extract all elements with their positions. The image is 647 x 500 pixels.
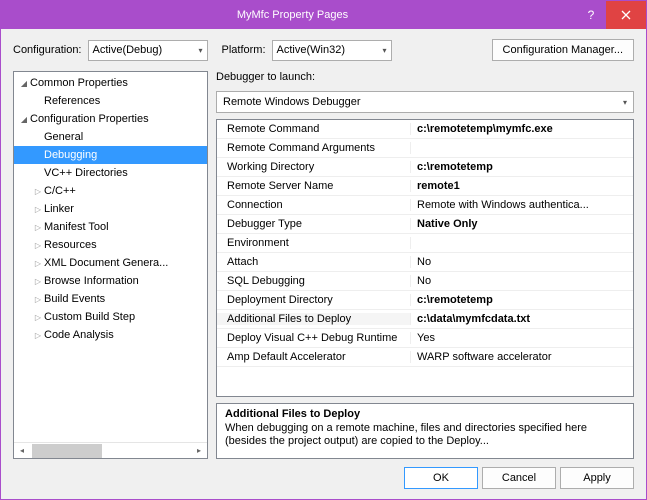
- property-name: Additional Files to Deploy: [217, 313, 411, 325]
- debugger-launch-value: Remote Windows Debugger: [223, 96, 361, 108]
- property-value[interactable]: remote1: [411, 180, 633, 192]
- property-name: Remote Server Name: [217, 180, 411, 192]
- grid-row[interactable]: SQL DebuggingNo: [217, 272, 633, 291]
- property-name: Attach: [217, 256, 411, 268]
- property-value[interactable]: WARP software accelerator: [411, 351, 633, 363]
- tree-configuration-properties[interactable]: ◢Configuration Properties: [14, 110, 207, 128]
- grid-row[interactable]: Additional Files to Deployc:\data\mymfcd…: [217, 310, 633, 329]
- grid-row[interactable]: Amp Default AcceleratorWARP software acc…: [217, 348, 633, 367]
- property-value[interactable]: Remote with Windows authentica...: [411, 199, 633, 211]
- property-name: SQL Debugging: [217, 275, 411, 287]
- grid-row[interactable]: Remote Command Arguments: [217, 139, 633, 158]
- property-value[interactable]: Yes: [411, 332, 633, 344]
- window-title: MyMfc Property Pages: [9, 9, 576, 21]
- debugger-launch-select[interactable]: Remote Windows Debugger ▾: [216, 91, 634, 113]
- tree-item-vc-directories[interactable]: VC++ Directories: [14, 164, 207, 182]
- tree-item-general[interactable]: General: [14, 128, 207, 146]
- property-name: Connection: [217, 199, 411, 211]
- configuration-value: Active(Debug): [93, 44, 163, 56]
- property-value[interactable]: c:\data\mymfcdata.txt: [411, 313, 633, 325]
- expander-closed-icon: ▷: [32, 241, 44, 250]
- property-name: Deploy Visual C++ Debug Runtime: [217, 332, 411, 344]
- property-name: Working Directory: [217, 161, 411, 173]
- grid-body[interactable]: Remote Commandc:\remotetemp\mymfc.exeRem…: [217, 120, 633, 396]
- expander-closed-icon: ▷: [32, 277, 44, 286]
- description-text: When debugging on a remote machine, file…: [225, 422, 625, 448]
- debugger-launch-label: Debugger to launch:: [216, 71, 634, 83]
- tree-item-manifest-tool[interactable]: ▷Manifest Tool: [14, 218, 207, 236]
- property-value[interactable]: c:\remotetemp: [411, 294, 633, 306]
- nav-tree: ◢Common Properties References ◢Configura…: [13, 71, 208, 459]
- expander-closed-icon: ▷: [32, 331, 44, 340]
- apply-button[interactable]: Apply: [560, 467, 634, 489]
- scroll-left-icon[interactable]: ◂: [14, 446, 30, 455]
- config-label: Configuration:: [13, 44, 82, 56]
- scroll-thumb[interactable]: [32, 444, 102, 458]
- grid-row[interactable]: Deploy Visual C++ Debug RuntimeYes: [217, 329, 633, 348]
- property-value[interactable]: No: [411, 256, 633, 268]
- expander-closed-icon: ▷: [32, 223, 44, 232]
- property-value[interactable]: Native Only: [411, 218, 633, 230]
- help-icon[interactable]: ?: [576, 1, 606, 29]
- property-name: Remote Command: [217, 123, 411, 135]
- tree-body[interactable]: ◢Common Properties References ◢Configura…: [14, 72, 207, 442]
- tree-item-xml-document-genera-[interactable]: ▷XML Document Genera...: [14, 254, 207, 272]
- expander-closed-icon: ▷: [32, 205, 44, 214]
- expander-closed-icon: ▷: [32, 259, 44, 268]
- tree-item-code-analysis[interactable]: ▷Code Analysis: [14, 326, 207, 344]
- property-name: Environment: [217, 237, 411, 249]
- close-icon[interactable]: [606, 1, 646, 29]
- grid-row[interactable]: Remote Server Nameremote1: [217, 177, 633, 196]
- tree-item-custom-build-step[interactable]: ▷Custom Build Step: [14, 308, 207, 326]
- tree-item-c-c-[interactable]: ▷C/C++: [14, 182, 207, 200]
- tree-common-properties[interactable]: ◢Common Properties: [14, 74, 207, 92]
- tree-item-linker[interactable]: ▷Linker: [14, 200, 207, 218]
- platform-value: Active(Win32): [277, 44, 345, 56]
- grid-row[interactable]: Working Directoryc:\remotetemp: [217, 158, 633, 177]
- ok-button[interactable]: OK: [404, 467, 478, 489]
- property-name: Remote Command Arguments: [217, 142, 411, 154]
- grid-row[interactable]: Environment: [217, 234, 633, 253]
- dialog-footer: OK Cancel Apply: [13, 467, 634, 489]
- titlebar: MyMfc Property Pages ?: [1, 1, 646, 29]
- expander-closed-icon: ▷: [32, 313, 44, 322]
- platform-select[interactable]: Active(Win32) ▾: [272, 40, 392, 61]
- description-panel: Additional Files to Deploy When debuggin…: [216, 403, 634, 459]
- tree-scrollbar[interactable]: ◂ ▸: [14, 442, 207, 458]
- grid-row[interactable]: Debugger TypeNative Only: [217, 215, 633, 234]
- property-value[interactable]: c:\remotetemp\mymfc.exe: [411, 123, 633, 135]
- configuration-select[interactable]: Active(Debug) ▾: [88, 40, 208, 61]
- description-title: Additional Files to Deploy: [225, 408, 625, 420]
- tree-item-build-events[interactable]: ▷Build Events: [14, 290, 207, 308]
- grid-row[interactable]: AttachNo: [217, 253, 633, 272]
- grid-row[interactable]: Remote Commandc:\remotetemp\mymfc.exe: [217, 120, 633, 139]
- cancel-button[interactable]: Cancel: [482, 467, 556, 489]
- chevron-down-icon: ▾: [198, 46, 202, 55]
- property-value[interactable]: No: [411, 275, 633, 287]
- tree-references[interactable]: References: [14, 92, 207, 110]
- property-value[interactable]: c:\remotetemp: [411, 161, 633, 173]
- configuration-manager-button[interactable]: Configuration Manager...: [492, 39, 634, 61]
- expander-open-icon: ◢: [18, 79, 30, 88]
- property-grid: Remote Commandc:\remotetemp\mymfc.exeRem…: [216, 119, 634, 397]
- platform-label: Platform:: [222, 44, 266, 56]
- property-name: Amp Default Accelerator: [217, 351, 411, 363]
- expander-closed-icon: ▷: [32, 187, 44, 196]
- chevron-down-icon: ▾: [383, 46, 387, 55]
- tree-item-browse-information[interactable]: ▷Browse Information: [14, 272, 207, 290]
- tree-item-resources[interactable]: ▷Resources: [14, 236, 207, 254]
- scroll-right-icon[interactable]: ▸: [191, 446, 207, 455]
- grid-row[interactable]: Deployment Directoryc:\remotetemp: [217, 291, 633, 310]
- property-name: Deployment Directory: [217, 294, 411, 306]
- chevron-down-icon: ▾: [623, 98, 627, 107]
- expander-open-icon: ◢: [18, 115, 30, 124]
- property-name: Debugger Type: [217, 218, 411, 230]
- config-row: Configuration: Active(Debug) ▾ Platform:…: [13, 39, 634, 61]
- expander-closed-icon: ▷: [32, 295, 44, 304]
- grid-row[interactable]: ConnectionRemote with Windows authentica…: [217, 196, 633, 215]
- tree-item-debugging[interactable]: Debugging: [14, 146, 207, 164]
